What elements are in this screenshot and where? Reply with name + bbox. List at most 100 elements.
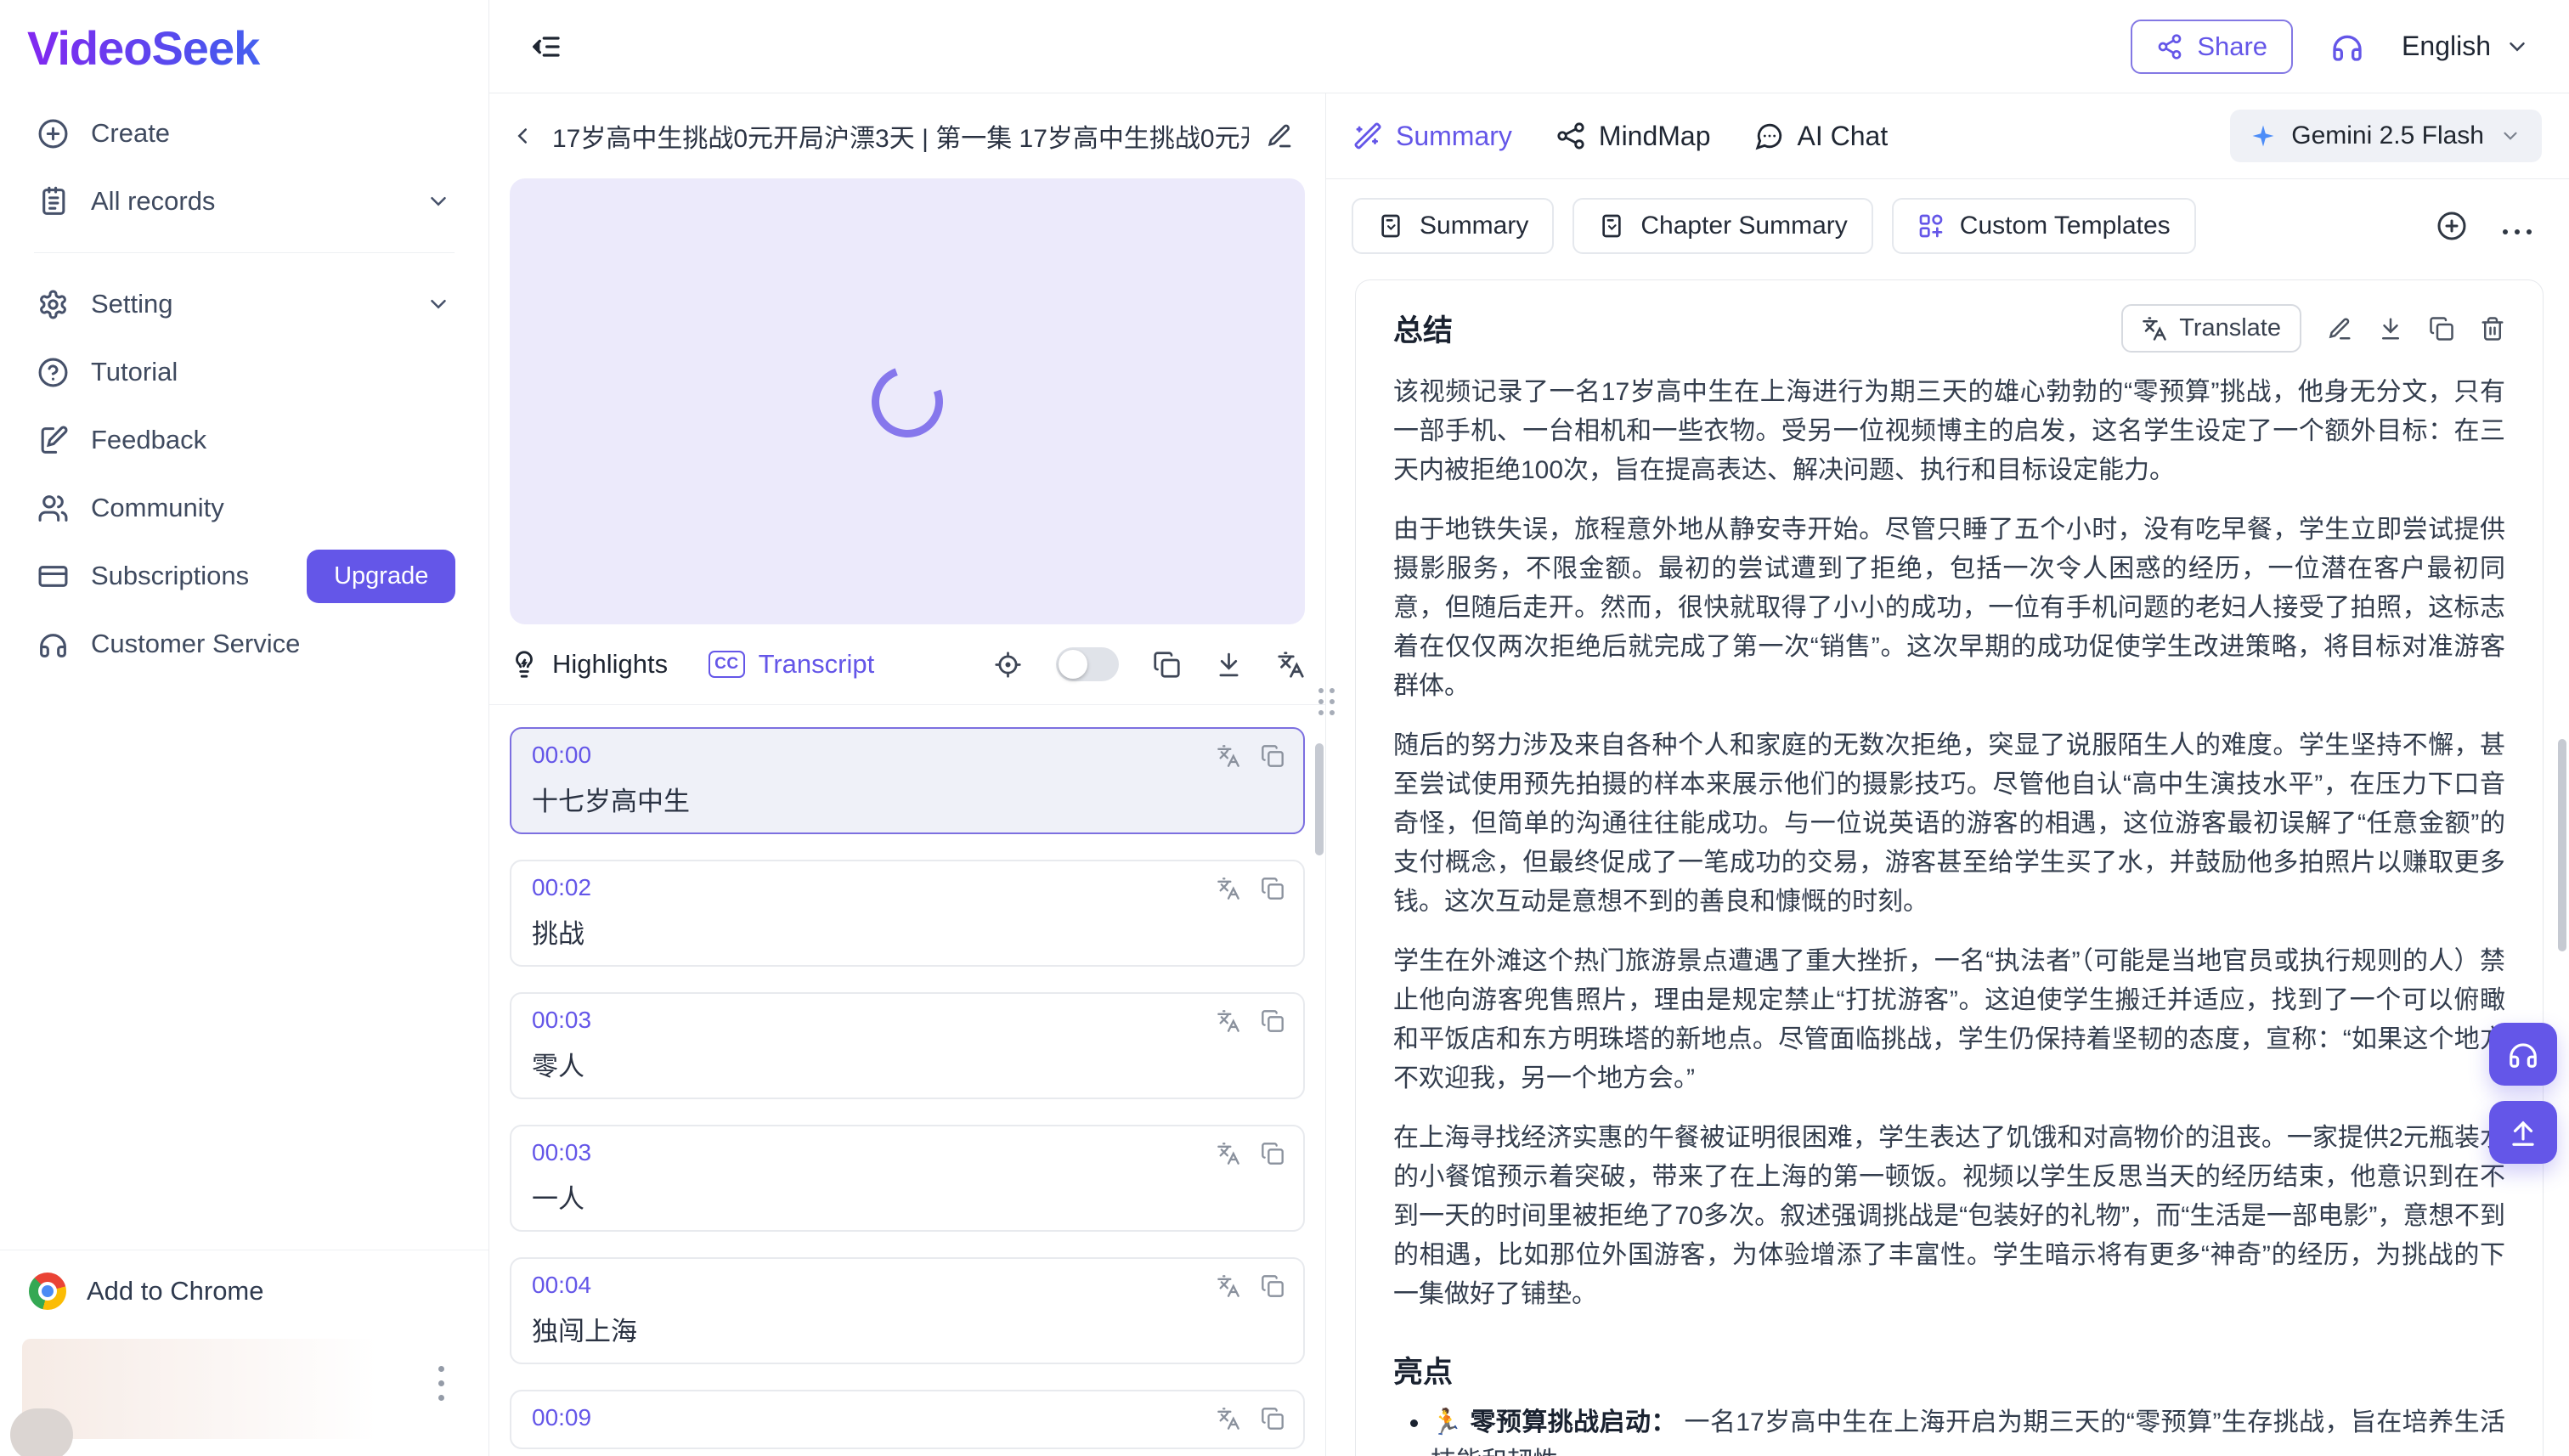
language-label: English bbox=[2402, 31, 2491, 62]
translate-icon[interactable] bbox=[1217, 1274, 1240, 1298]
summary-paragraph: 学生在外滩这个热门旅游景点遭遇了重大挫折，一名“执法者”（可能是当地官员或执行规… bbox=[1393, 942, 2505, 1098]
tab-summary[interactable]: Summary bbox=[1353, 121, 1512, 152]
timestamp[interactable]: 00:00 bbox=[532, 741, 1283, 770]
video-title: 17岁高中生挑战0元开局沪漂3天 | 第一集 17岁高中生挑战0元开... bbox=[552, 117, 1249, 155]
topbar: Share English bbox=[489, 0, 2569, 93]
summary-pane: Summary MindMap AI Chat Gemini 2.5 Flash bbox=[1326, 93, 2569, 1456]
chevron-down-icon bbox=[426, 189, 451, 214]
transcript-item[interactable]: 00:00 十七岁高中生 bbox=[510, 727, 1305, 834]
sidebar-item-create[interactable]: Create bbox=[22, 99, 466, 167]
copy-icon[interactable] bbox=[1261, 877, 1284, 900]
sidebar-item-customer-service[interactable]: Customer Service bbox=[22, 610, 466, 678]
locate-icon[interactable] bbox=[994, 651, 1022, 679]
timestamp[interactable]: 00:03 bbox=[532, 1006, 1283, 1035]
sidebar-item-all-records[interactable]: All records bbox=[22, 167, 466, 235]
translate-label: Translate bbox=[2179, 314, 2281, 342]
summary-header: 总结 Translate bbox=[1393, 304, 2505, 353]
translate-icon[interactable] bbox=[1217, 1142, 1240, 1165]
transcript-item-actions bbox=[1217, 1274, 1284, 1298]
panel-resize-handle[interactable] bbox=[1318, 688, 1335, 715]
chapter-summary-template-button[interactable]: Chapter Summary bbox=[1572, 198, 1872, 254]
transcript-item-actions bbox=[1217, 744, 1284, 768]
translate-icon[interactable] bbox=[1277, 651, 1305, 679]
transcript-scrollbar[interactable] bbox=[1315, 743, 1324, 855]
plus-circle-icon bbox=[37, 118, 69, 150]
more-vertical-icon[interactable] bbox=[438, 1366, 444, 1401]
sidebar-item-label: Setting bbox=[91, 289, 173, 319]
edit-title-button[interactable] bbox=[1266, 122, 1293, 150]
transcript-item[interactable]: 00:03 一人 bbox=[510, 1125, 1305, 1232]
share-icon bbox=[2156, 33, 2183, 60]
sidebar-bottom: Add to Chrome bbox=[0, 1250, 488, 1456]
transcript-item[interactable]: 00:02 挑战 bbox=[510, 860, 1305, 967]
edit-icon[interactable] bbox=[2327, 316, 2352, 341]
sidebar-item-setting[interactable]: Setting bbox=[22, 270, 466, 338]
upgrade-button[interactable]: Upgrade bbox=[307, 550, 455, 603]
people-icon bbox=[37, 493, 69, 524]
share-button[interactable]: Share bbox=[2131, 20, 2293, 74]
copy-icon[interactable] bbox=[1261, 1407, 1284, 1431]
transcript-item[interactable]: 00:03 零人 bbox=[510, 992, 1305, 1099]
app-window: VideoSeek Create All records Setting Tut… bbox=[0, 0, 2569, 1456]
summary-template-button[interactable]: Summary bbox=[1352, 198, 1554, 254]
support-headset-button[interactable] bbox=[2330, 30, 2364, 64]
question-circle-icon bbox=[37, 357, 69, 388]
transcript-item[interactable]: 00:09 bbox=[510, 1390, 1305, 1449]
tab-highlights[interactable]: Highlights bbox=[510, 649, 668, 680]
sidebar-item-subscriptions[interactable]: Subscriptions Upgrade bbox=[22, 542, 466, 610]
copy-icon[interactable] bbox=[1261, 1274, 1284, 1298]
autoscroll-toggle[interactable] bbox=[1056, 647, 1119, 681]
sidebar-item-feedback[interactable]: Feedback bbox=[22, 406, 466, 474]
sidebar-item-label: Community bbox=[91, 493, 224, 523]
support-fab-button[interactable] bbox=[2489, 1023, 2557, 1086]
download-icon[interactable] bbox=[2378, 316, 2403, 341]
copy-icon[interactable] bbox=[1153, 651, 1181, 679]
copy-icon[interactable] bbox=[1261, 744, 1284, 768]
sidebar-item-label: Create bbox=[91, 118, 170, 149]
translate-button[interactable]: Translate bbox=[2121, 304, 2301, 353]
copy-icon[interactable] bbox=[2429, 316, 2454, 341]
download-icon[interactable] bbox=[1215, 651, 1243, 679]
summary-paragraph: 由于地铁失误，旅程意外地从静安寺开始。尽管只睡了五个小时，没有吃早餐，学生立即尝… bbox=[1393, 511, 2505, 706]
translate-icon[interactable] bbox=[1217, 1009, 1240, 1033]
promo-card[interactable] bbox=[22, 1339, 466, 1439]
language-selector[interactable]: English bbox=[2402, 31, 2530, 62]
translate-icon[interactable] bbox=[1217, 744, 1240, 768]
sidebar-divider bbox=[34, 252, 455, 253]
summary-scrollbar[interactable] bbox=[2558, 739, 2566, 951]
tab-mindmap[interactable]: MindMap bbox=[1556, 121, 1711, 152]
translate-icon bbox=[2142, 316, 2167, 341]
transcript-tab-label: Transcript bbox=[759, 649, 875, 680]
chat-bubble-corner bbox=[10, 1408, 73, 1456]
trash-icon[interactable] bbox=[2480, 316, 2505, 341]
sidebar-item-community[interactable]: Community bbox=[22, 474, 466, 542]
timestamp[interactable]: 00:09 bbox=[532, 1403, 1283, 1432]
copy-icon[interactable] bbox=[1261, 1142, 1284, 1165]
timestamp[interactable]: 00:04 bbox=[532, 1271, 1283, 1300]
translate-icon[interactable] bbox=[1217, 1407, 1240, 1431]
collapse-sidebar-button[interactable] bbox=[528, 30, 562, 64]
back-button[interactable] bbox=[510, 123, 535, 149]
transcript-item[interactable]: 00:04 独闯上海 bbox=[510, 1257, 1305, 1364]
videoseek-logo: VideoSeek bbox=[0, 0, 488, 87]
add-template-icon[interactable] bbox=[2436, 211, 2467, 241]
back-to-top-button[interactable] bbox=[2489, 1101, 2557, 1164]
transcript-text: 独闯上海 bbox=[532, 1317, 1283, 1347]
tab-ai-chat[interactable]: AI Chat bbox=[1755, 121, 1889, 152]
custom-templates-button[interactable]: Custom Templates bbox=[1892, 198, 2196, 254]
more-horizontal-icon[interactable] bbox=[2503, 217, 2532, 234]
sidebar-item-tutorial[interactable]: Tutorial bbox=[22, 338, 466, 406]
tab-transcript[interactable]: CC Transcript bbox=[709, 649, 874, 680]
template-label: Custom Templates bbox=[1960, 212, 2171, 240]
add-to-chrome-button[interactable]: Add to Chrome bbox=[0, 1250, 488, 1325]
video-player[interactable] bbox=[510, 178, 1305, 624]
model-selector[interactable]: Gemini 2.5 Flash bbox=[2230, 110, 2542, 162]
document-icon bbox=[1377, 212, 1404, 240]
translate-icon[interactable] bbox=[1217, 877, 1240, 900]
timestamp[interactable]: 00:03 bbox=[532, 1138, 1283, 1167]
sidebar-nav: Create All records Setting Tutorial Feed… bbox=[0, 87, 488, 678]
timestamp[interactable]: 00:02 bbox=[532, 873, 1283, 902]
document-icon bbox=[1598, 212, 1625, 240]
headset-icon bbox=[37, 629, 69, 660]
copy-icon[interactable] bbox=[1261, 1009, 1284, 1033]
